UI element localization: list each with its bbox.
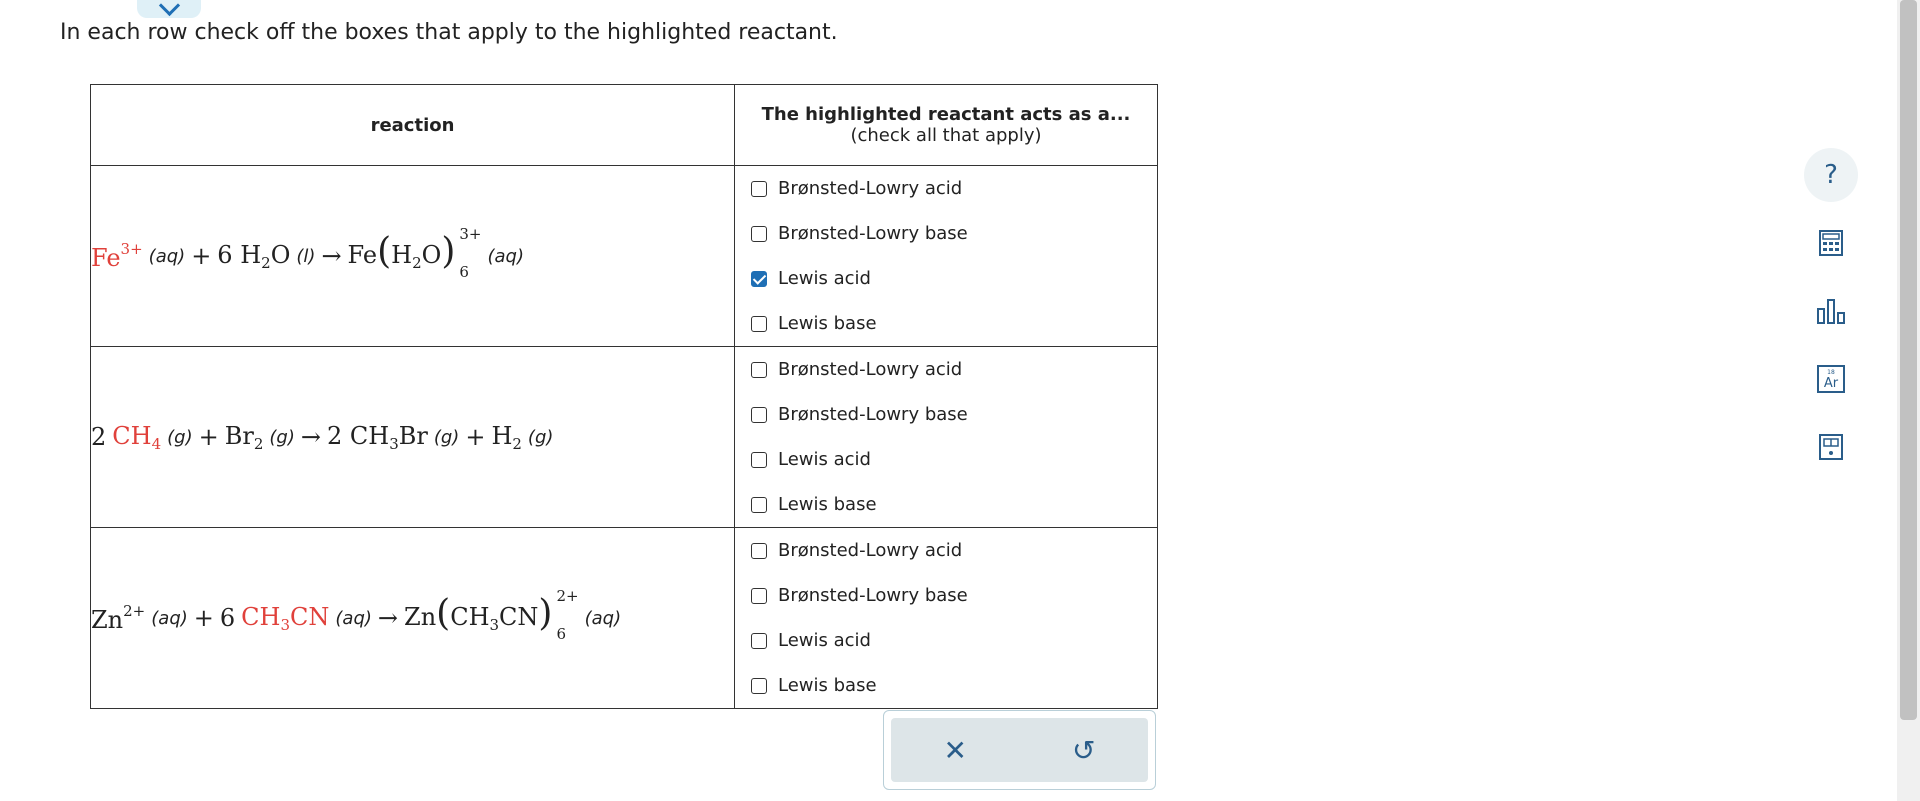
plus-sign: +	[465, 423, 486, 451]
reactant: 6 H2O	[217, 240, 291, 272]
checkbox[interactable]	[751, 451, 767, 468]
product: H2	[491, 421, 522, 453]
action-bar: ✕ ↺	[891, 718, 1148, 782]
option-bronsted-acid[interactable]: Brønsted-Lowry acid	[735, 347, 1157, 392]
option-bronsted-base[interactable]: Brønsted-Lowry base	[735, 573, 1157, 618]
option-lewis-acid[interactable]: Lewis acid	[735, 256, 1157, 301]
periodic-number: 18	[1827, 369, 1835, 376]
plus-sign: +	[191, 242, 212, 270]
column-header-role: The highlighted reactant acts as a... (c…	[734, 84, 1158, 166]
highlighted-reactant: CH3CN	[241, 602, 330, 634]
state-label: (g)	[269, 426, 295, 448]
table-row: 2 CH4 (g) + Br2 (g) → 2 CH3Br (g) + H2 (…	[90, 346, 1158, 528]
state-label: (l)	[296, 245, 316, 267]
undo-button[interactable]: ↺	[1054, 734, 1114, 767]
options-cell: Brønsted-Lowry acid Brønsted-Lowry base …	[734, 527, 1158, 709]
checkbox[interactable]	[751, 180, 767, 197]
instruction-text: In each row check off the boxes that app…	[60, 20, 838, 45]
options-cell: Brønsted-Lowry acid Brønsted-Lowry base …	[734, 165, 1158, 347]
state-label: (g)	[527, 426, 554, 448]
checkbox[interactable]	[751, 542, 767, 559]
state-label: (g)	[433, 426, 460, 448]
reactant: Zn2+	[91, 602, 146, 634]
chevron-down-icon	[158, 0, 181, 17]
calculator-icon[interactable]	[1804, 216, 1858, 270]
checkbox[interactable]	[751, 632, 767, 649]
checkbox[interactable]	[751, 225, 767, 242]
tool-sidebar: ? 18 Ar	[1804, 148, 1858, 488]
option-lewis-base[interactable]: Lewis base	[735, 663, 1157, 708]
help-icon[interactable]: ?	[1804, 148, 1858, 202]
equation-cell: Zn2+ (aq) + 6 CH3CN (aq) → Zn(CH3CN) 2+ 6…	[90, 527, 735, 709]
periodic-symbol: Ar	[1824, 376, 1839, 391]
options-cell: Brønsted-Lowry acid Brønsted-Lowry base …	[734, 346, 1158, 528]
table-header-row: reaction The highlighted reactant acts a…	[90, 84, 1158, 166]
product-charge-count: 3+ 6	[459, 225, 482, 281]
scrollbar[interactable]	[1897, 0, 1920, 801]
column-header-reaction: reaction	[90, 84, 735, 166]
checkbox[interactable]	[751, 406, 767, 423]
state-label: (aq)	[487, 245, 524, 267]
reaction-arrow: →	[300, 423, 321, 451]
clear-button[interactable]: ✕	[925, 734, 985, 767]
checkbox[interactable]	[751, 270, 767, 287]
equation-2: 2 CH4 (g) + Br2 (g) → 2 CH3Br (g) + H2 (…	[91, 422, 734, 453]
scroll-thumb[interactable]	[1900, 0, 1917, 720]
equation-1: Fe3+ (aq) + 6 H2O (l) → Fe(H2O) 3+ 6 (aq)	[91, 225, 734, 281]
coefficient: 6	[219, 604, 236, 632]
data-card-icon[interactable]	[1804, 420, 1858, 474]
plus-sign: +	[198, 423, 219, 451]
action-panel: ✕ ↺	[883, 710, 1156, 790]
option-lewis-base[interactable]: Lewis base	[735, 301, 1157, 346]
highlighted-reactant: CH4	[112, 421, 162, 453]
equation-cell: Fe3+ (aq) + 6 H2O (l) → Fe(H2O) 3+ 6 (aq)	[90, 165, 735, 347]
option-bronsted-acid[interactable]: Brønsted-Lowry acid	[735, 528, 1157, 573]
role-subtitle: (check all that apply)	[850, 125, 1042, 146]
product: Zn(CH3CN)	[404, 593, 553, 635]
plus-sign: +	[193, 604, 214, 632]
state-label: (aq)	[584, 607, 622, 629]
collapse-tab[interactable]	[137, 0, 201, 18]
table-row: Fe3+ (aq) + 6 H2O (l) → Fe(H2O) 3+ 6 (aq)…	[90, 165, 1158, 347]
option-lewis-acid[interactable]: Lewis acid	[735, 437, 1157, 482]
option-bronsted-base[interactable]: Brønsted-Lowry base	[735, 392, 1157, 437]
option-lewis-base[interactable]: Lewis base	[735, 482, 1157, 527]
checkbox[interactable]	[751, 315, 767, 332]
reaction-table: reaction The highlighted reactant acts a…	[90, 84, 1158, 709]
role-title: The highlighted reactant acts as a...	[761, 104, 1131, 125]
reactant: Br2	[224, 421, 264, 453]
product: Fe(H2O)	[347, 231, 456, 273]
checkbox[interactable]	[751, 496, 767, 513]
equation-3: Zn2+ (aq) + 6 CH3CN (aq) → Zn(CH3CN) 2+ 6…	[91, 587, 734, 643]
checkbox[interactable]	[751, 677, 767, 694]
product: 2 CH3Br	[326, 421, 428, 453]
reaction-arrow: →	[377, 604, 399, 632]
state-label: (aq)	[335, 607, 372, 629]
option-lewis-acid[interactable]: Lewis acid	[735, 618, 1157, 663]
checkbox[interactable]	[751, 587, 767, 604]
option-bronsted-base[interactable]: Brønsted-Lowry base	[735, 211, 1157, 256]
checkbox[interactable]	[751, 361, 767, 378]
option-bronsted-acid[interactable]: Brønsted-Lowry acid	[735, 166, 1157, 211]
bar-chart-icon[interactable]	[1804, 284, 1858, 338]
highlighted-reactant: Fe3+	[91, 240, 143, 272]
reaction-arrow: →	[321, 242, 342, 270]
coefficient: 2	[91, 423, 107, 451]
table-row: Zn2+ (aq) + 6 CH3CN (aq) → Zn(CH3CN) 2+ 6…	[90, 527, 1158, 709]
state-label: (aq)	[151, 607, 188, 629]
state-label: (aq)	[148, 245, 186, 267]
periodic-table-icon[interactable]: 18 Ar	[1804, 352, 1858, 406]
equation-cell: 2 CH4 (g) + Br2 (g) → 2 CH3Br (g) + H2 (…	[90, 346, 735, 528]
product-charge-count: 2+ 6	[556, 587, 579, 643]
state-label: (g)	[167, 426, 193, 448]
